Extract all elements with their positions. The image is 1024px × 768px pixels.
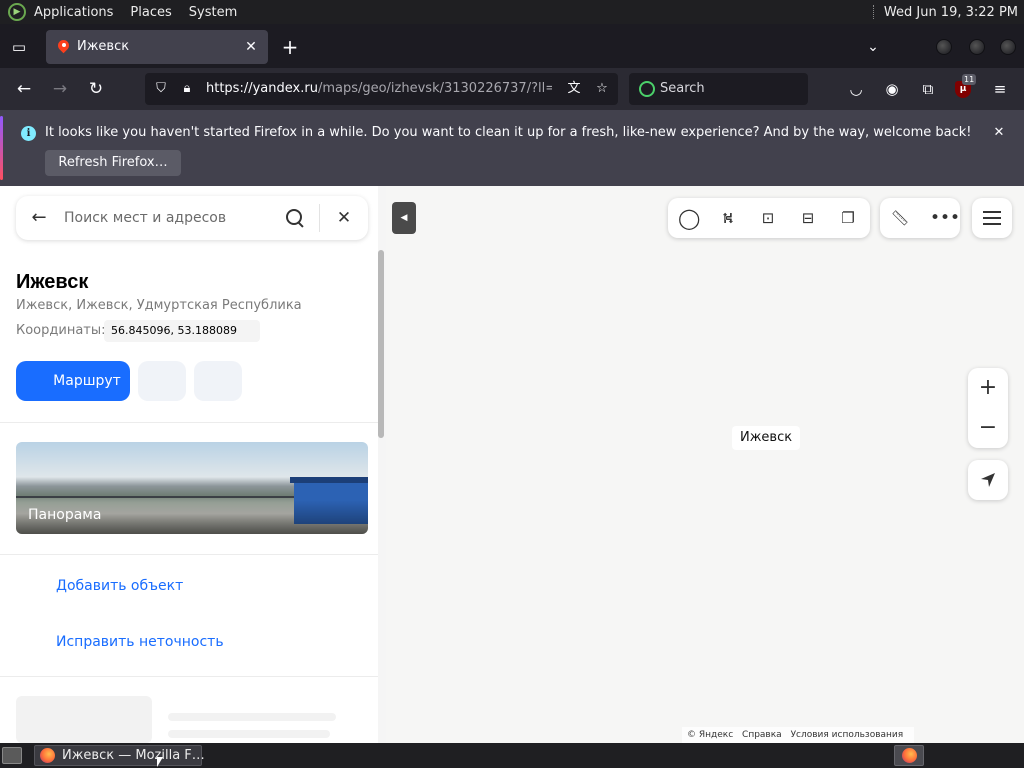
collapse-sidebar-button[interactable]: ◀ <box>392 202 416 234</box>
applications-menu[interactable]: Applications <box>34 5 113 20</box>
section-divider <box>0 676 378 677</box>
maximize-window-icon[interactable] <box>969 39 985 55</box>
report-inaccuracy-link[interactable]: Исправить неточность <box>56 634 224 650</box>
action-button-placeholder[interactable] <box>194 361 242 401</box>
clock[interactable]: Wed Jun 19, 3:22 PM <box>884 5 1018 20</box>
back-icon[interactable]: ← <box>12 77 36 101</box>
route-button[interactable]: Маршрут <box>16 361 130 401</box>
zoom-out-icon[interactable]: − <box>968 408 1008 448</box>
panorama-label: Панорама <box>28 507 102 523</box>
map-canvas[interactable]: ◀ ◯ ⛕ ⊡ ⊟ ❐ 📏︎ ••• Ижевск + − © Яндекс С… <box>386 186 1024 743</box>
extensions-icon[interactable]: ⧉ <box>916 77 940 101</box>
close-window-icon[interactable] <box>1000 39 1016 55</box>
camera-icon[interactable]: ⊡ <box>758 208 778 228</box>
map-layers-toolbar: ◯ ⛕ ⊡ ⊟ ❐ <box>668 198 870 238</box>
notification-accent <box>0 116 3 180</box>
navigation-toolbar: ← → ↻ ⛉ 🔒︎ https://yandex.ru/maps/geo/iz… <box>0 68 1024 110</box>
loading-placeholder <box>168 713 336 721</box>
ublock-origin-icon[interactable]: μ 11 <box>953 74 977 99</box>
translate-icon[interactable]: 文 <box>566 81 582 97</box>
location-pin-icon <box>58 40 69 54</box>
map-layer-icon[interactable]: ◯ <box>678 208 700 228</box>
map-tools-toolbar: 📏︎ ••• <box>880 198 960 238</box>
ruler-icon[interactable]: 📏︎ <box>890 208 910 228</box>
coordinates-label: Координаты: <box>16 323 106 338</box>
firefox-view-icon[interactable]: ▭ <box>8 36 30 58</box>
search-bar[interactable]: Search <box>629 73 808 105</box>
yandex-copyright[interactable]: © Яндекс <box>687 730 733 740</box>
map-copyright: © Яндекс Справка Условия использования <box>682 727 915 743</box>
tab-active[interactable]: Ижевск ✕ <box>46 30 268 64</box>
hamburger-menu-icon <box>983 211 1001 225</box>
my-location-button[interactable] <box>968 460 1008 500</box>
panorama-preview[interactable]: Панорама <box>16 442 368 534</box>
main-menu-button[interactable] <box>972 198 1012 238</box>
search-divider <box>319 204 320 232</box>
search-input[interactable]: Поиск мест и адресов <box>64 196 226 240</box>
ublock-count-badge: 11 <box>962 74 977 85</box>
places-menu[interactable]: Places <box>130 5 171 20</box>
terms-link[interactable]: Условия использования <box>791 730 904 740</box>
add-object-link[interactable]: Добавить объект <box>56 578 183 594</box>
coordinates-value[interactable]: 56.845096, 53.188089 <box>104 320 260 342</box>
tab-bar: ▭ Ижевск ✕ + ⌄ <box>0 24 1024 68</box>
action-button-placeholder[interactable] <box>138 361 186 401</box>
forward-icon[interactable]: → <box>48 77 72 101</box>
refresh-firefox-button[interactable]: Refresh Firefox… <box>45 150 181 176</box>
system-top-panel: ▶ Applications Places System Wed Jun 19,… <box>0 0 1024 24</box>
zoom-in-icon[interactable]: + <box>968 368 1008 408</box>
url-text[interactable]: https://yandex.ru/maps/geo/izhevsk/31302… <box>206 73 552 105</box>
section-divider <box>0 422 378 423</box>
loading-placeholder <box>168 730 330 738</box>
url-bar[interactable]: ⛉ 🔒︎ https://yandex.ru/maps/geo/izhevsk/… <box>145 73 618 105</box>
show-desktop-icon[interactable] <box>2 747 22 764</box>
system-menu[interactable]: System <box>189 5 237 20</box>
search-icon[interactable] <box>284 207 306 229</box>
list-all-tabs-icon[interactable]: ⌄ <box>862 36 884 58</box>
firefox-icon <box>40 748 55 763</box>
tracking-shield-icon[interactable]: ⛉ <box>153 81 169 97</box>
search-placeholder: Search <box>660 81 705 96</box>
bookmark-star-icon[interactable]: ☆ <box>594 81 610 97</box>
tab-title: Ижевск <box>77 39 130 54</box>
close-notification-icon[interactable]: ✕ <box>990 124 1008 142</box>
taskbar-window-button[interactable]: Ижевск — Mozilla F… <box>34 745 205 766</box>
reload-icon[interactable]: ↻ <box>84 77 108 101</box>
sidebar-scrollbar-thumb[interactable] <box>378 250 384 438</box>
distro-logo-icon[interactable]: ▶ <box>8 3 26 21</box>
notification-message: It looks like you haven't started Firefo… <box>45 125 972 140</box>
refresh-firefox-notification: i It looks like you haven't started Fire… <box>0 110 1024 186</box>
place-address: Ижевск, Ижевск, Удмуртская Республика <box>16 298 302 313</box>
help-link[interactable]: Справка <box>742 730 782 740</box>
lock-icon[interactable]: 🔒︎ <box>179 81 195 97</box>
info-icon: i <box>21 126 36 141</box>
panel-grip <box>872 5 876 19</box>
layers-icon[interactable]: ❐ <box>838 208 858 228</box>
new-tab-icon[interactable]: + <box>279 36 301 58</box>
close-tab-icon[interactable]: ✕ <box>242 38 260 56</box>
firefox-icon <box>902 748 917 763</box>
section-divider <box>0 554 378 555</box>
app-menu-icon[interactable]: ≡ <box>988 77 1012 101</box>
zoom-controls: + − <box>968 368 1008 448</box>
account-icon[interactable]: ◉ <box>880 77 904 101</box>
more-icon[interactable]: ••• <box>930 208 960 228</box>
pocket-icon[interactable]: ◡ <box>844 77 868 101</box>
mouse-cursor <box>157 757 163 767</box>
workspace-switcher[interactable] <box>894 745 924 766</box>
bottom-taskbar: Ижевск — Mozilla F… <box>0 743 1024 768</box>
loading-placeholder <box>16 696 152 743</box>
minimize-window-icon[interactable] <box>936 39 952 55</box>
city-map-label[interactable]: Ижевск <box>732 426 801 450</box>
place-sidebar: ← Поиск мест и адресов ✕ Ижевск Ижевск, … <box>0 186 386 743</box>
back-arrow-icon[interactable]: ← <box>28 207 50 229</box>
bus-icon[interactable]: ⊟ <box>798 208 818 228</box>
place-search-box[interactable]: ← Поиск мест и адресов ✕ <box>16 196 368 240</box>
navigation-arrow-icon <box>981 473 995 487</box>
traffic-icon[interactable]: ⛕ <box>718 208 738 228</box>
search-engine-icon[interactable] <box>639 81 655 97</box>
close-icon[interactable]: ✕ <box>333 207 355 229</box>
taskbar-window-title: Ижевск — Mozilla F… <box>62 748 205 763</box>
place-title: Ижевск <box>16 271 89 293</box>
